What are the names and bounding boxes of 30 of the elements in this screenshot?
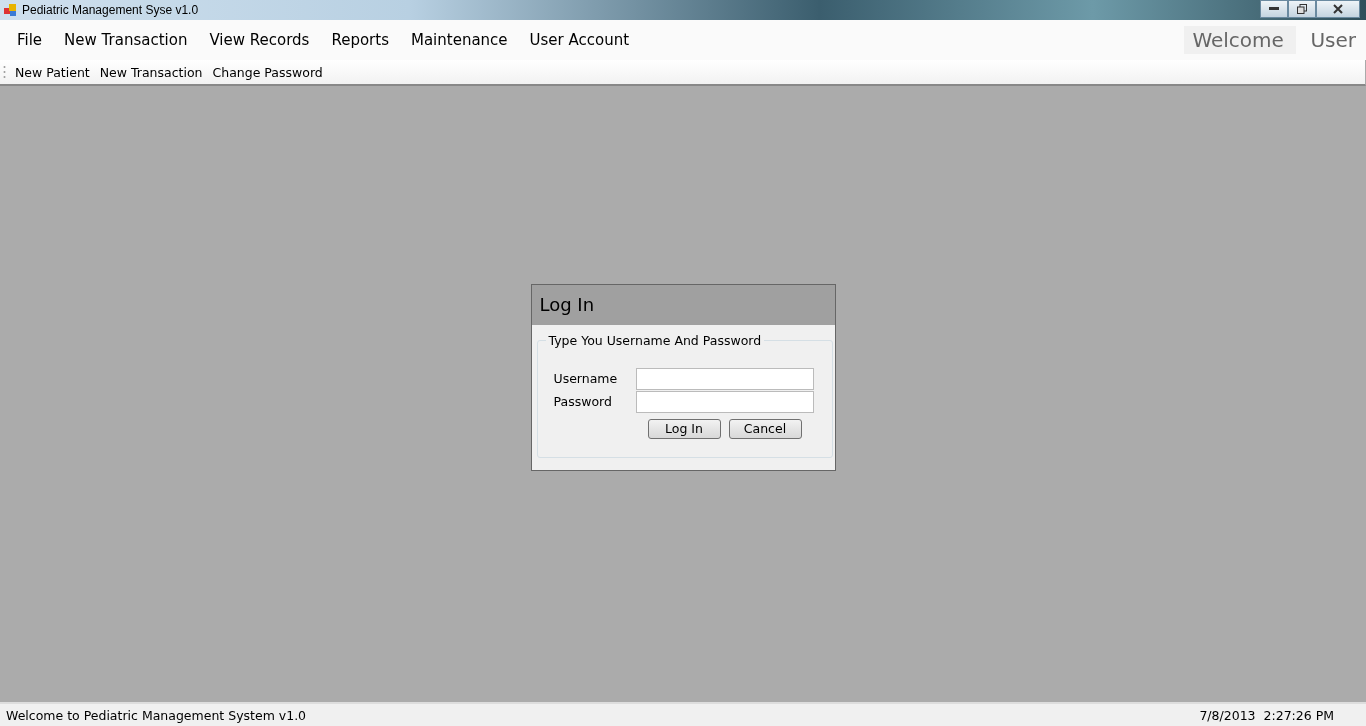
menu-item[interactable]: View Records — [198, 31, 321, 49]
dialog-title: Log In — [539, 294, 595, 315]
menu-item[interactable]: Maintenance — [399, 31, 519, 49]
minimize-icon — [1269, 7, 1279, 11]
dialog-button[interactable]: Log In — [647, 418, 721, 439]
toolbar-button[interactable]: New Patient — [10, 64, 95, 80]
app-icon — [3, 3, 17, 17]
input-field[interactable] — [635, 367, 814, 390]
menu-item[interactable]: User Account — [518, 31, 641, 49]
close-icon — [1333, 4, 1343, 14]
minimize-button[interactable] — [1260, 0, 1288, 18]
window-title: Pediatric Management Syse v1.0 — [22, 3, 199, 17]
menu-item[interactable]: New Transaction — [53, 31, 199, 49]
toolbar-button[interactable]: Change Password — [207, 64, 328, 80]
menu-item[interactable]: File — [6, 31, 54, 49]
toolbar-button[interactable]: New Transaction — [94, 64, 208, 80]
input-field[interactable] — [635, 390, 814, 413]
group-label: Type You Username And Password — [547, 332, 763, 348]
restore-button[interactable] — [1288, 0, 1316, 18]
field-label: Password — [553, 394, 613, 409]
status-datetime: 7/8/2013 2:27:26 PM — [1199, 707, 1334, 723]
status-message: Welcome to Pediatric Management System v1.0 — [6, 707, 307, 723]
close-button[interactable] — [1316, 0, 1360, 18]
grip-icon — [3, 64, 6, 80]
welcome-label: Welcome — [1184, 26, 1297, 54]
user-label: User — [1310, 28, 1356, 52]
dialog-button[interactable]: Cancel — [728, 418, 802, 439]
menu-item[interactable]: Reports — [320, 31, 400, 49]
field-label: Username — [553, 371, 619, 386]
restore-icon — [1297, 4, 1307, 14]
